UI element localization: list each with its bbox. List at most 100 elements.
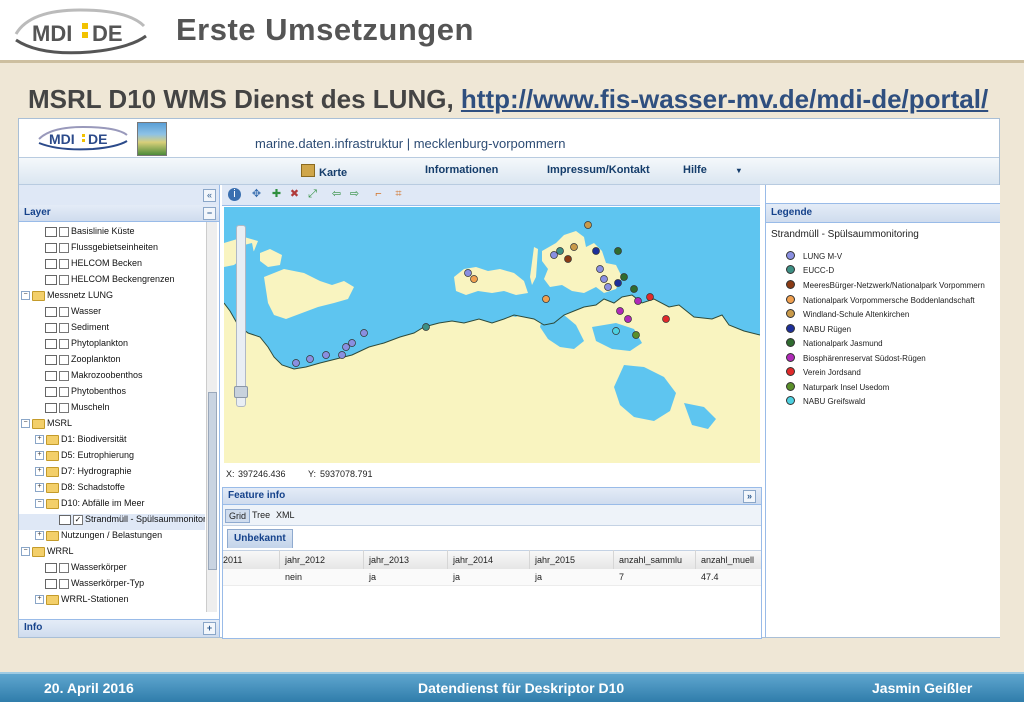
slide-title: Erste Umsetzungen	[176, 12, 474, 47]
tree-folder[interactable]: + D1: Biodiversität	[35, 434, 127, 450]
legend-swatch-icon	[59, 514, 71, 525]
menu-karte[interactable]: Karte	[301, 164, 347, 179]
collapse-icon[interactable]: −	[21, 419, 30, 429]
map-canvas[interactable]	[224, 207, 760, 463]
info-tool-icon[interactable]: i	[228, 188, 241, 201]
layer-title: Layer	[24, 207, 51, 218]
checkbox[interactable]	[59, 242, 69, 253]
collapse-feature-icon[interactable]: »	[743, 490, 756, 503]
tree-folder[interactable]: + WRRL-Stationen	[35, 594, 129, 610]
collapse-panel-icon[interactable]: «	[203, 189, 216, 202]
expand-info-icon[interactable]: +	[203, 622, 216, 635]
tree-row[interactable]: Muscheln	[45, 402, 110, 418]
tree-folder[interactable]: + Nutzungen / Belastungen	[35, 530, 162, 546]
info-title: Info	[24, 622, 43, 633]
zoom-slider-handle[interactable]	[234, 386, 248, 398]
zoom-extent-icon[interactable]: ⤢	[306, 188, 319, 201]
tree-row[interactable]: Wasserkörper	[45, 562, 127, 578]
expand-icon[interactable]: +	[35, 595, 44, 605]
checkbox[interactable]	[59, 402, 69, 413]
tree-row[interactable]: Sediment	[45, 322, 109, 338]
info-header[interactable]: Info +	[19, 619, 219, 637]
tab-unbekannt[interactable]: Unbekannt	[227, 529, 293, 548]
tree-folder[interactable]: + D7: Hydrographie	[35, 466, 132, 482]
tree-label: D8: Schadstoffe	[61, 482, 125, 492]
portal-link[interactable]: http://www.fis-wasser-mv.de/mdi-de/porta…	[461, 84, 988, 114]
previous-view-icon[interactable]: ⇦	[330, 188, 343, 201]
tree-row[interactable]: HELCOM Beckengrenzen	[45, 274, 175, 290]
scrollbar-thumb[interactable]	[208, 392, 217, 570]
tree-row[interactable]: Phytobenthos	[45, 386, 126, 402]
expand-icon[interactable]: +	[35, 531, 44, 541]
checkbox[interactable]	[59, 562, 69, 573]
checkbox[interactable]	[59, 274, 69, 285]
tree-row[interactable]: HELCOM Becken	[45, 258, 142, 274]
checkbox[interactable]	[59, 370, 69, 381]
legend-swatch-icon	[45, 242, 57, 253]
zoom-out-icon[interactable]: ✖	[288, 188, 301, 201]
collapse-icon[interactable]: −	[35, 499, 44, 509]
column-header[interactable]: jahr_2012	[285, 555, 325, 565]
tree-row[interactable]: Wasserkörper-Typ	[45, 578, 144, 594]
tree-folder[interactable]: + D8: Schadstoffe	[35, 482, 125, 498]
minimize-icon[interactable]: −	[203, 207, 216, 220]
checkbox[interactable]	[59, 354, 69, 365]
legend-label: NABU Greifswald	[803, 397, 866, 406]
tree-row[interactable]: Flussgebietseinheiten	[45, 242, 158, 258]
tree-row[interactable]: Makrozoobenthos	[45, 370, 143, 386]
column-header[interactable]: anzahl_muell	[701, 555, 754, 565]
checkbox-checked[interactable]: ✓	[73, 514, 83, 525]
checkbox[interactable]	[59, 258, 69, 269]
measure-line-icon[interactable]: ⌐	[372, 188, 385, 201]
checkbox[interactable]	[59, 306, 69, 317]
tree-row[interactable]: Phytoplankton	[45, 338, 128, 354]
expand-icon[interactable]: +	[35, 483, 44, 493]
expand-icon[interactable]: +	[35, 435, 44, 445]
legend-item: EUCC-D	[786, 265, 834, 279]
legend-swatch-icon	[45, 386, 57, 397]
legend-swatch-icon	[45, 306, 57, 317]
x-value: 397246.436	[238, 469, 286, 479]
column-header[interactable]: jahr_2014	[453, 555, 493, 565]
next-view-icon[interactable]: ⇨	[348, 188, 361, 201]
column-header[interactable]: jahr_2013	[369, 555, 409, 565]
checkbox[interactable]	[59, 226, 69, 237]
measure-area-icon[interactable]: ⌗	[392, 188, 405, 201]
expand-icon[interactable]: +	[35, 451, 44, 461]
tree-folder[interactable]: + D5: Eutrophierung	[35, 450, 134, 466]
x-label: X:	[226, 469, 235, 479]
column-header[interactable]: anzahl_sammlu	[619, 555, 682, 565]
collapse-icon[interactable]: −	[21, 291, 30, 301]
column-header[interactable]: jahr_2015	[535, 555, 575, 565]
zoom-slider[interactable]	[234, 225, 248, 407]
tree-row[interactable]: Basislinie Küste	[45, 226, 135, 242]
pan-icon[interactable]: ✥	[250, 188, 263, 201]
tree-folder[interactable]: − D10: Abfälle im Meer	[35, 498, 145, 514]
checkbox[interactable]	[59, 386, 69, 397]
tree-row-selected[interactable]: ✓ Strandmüll - Spülsaummonitor	[19, 514, 205, 530]
tree-scrollbar[interactable]	[206, 222, 217, 612]
portal-screenshot: MDI DE marine.daten.infrastruktur | meck…	[18, 118, 1000, 639]
zoom-in-icon[interactable]: ✚	[270, 188, 283, 201]
column-header[interactable]: 2011	[223, 555, 242, 565]
expand-icon[interactable]: +	[35, 467, 44, 477]
menu-impressum[interactable]: Impressum/Kontakt	[547, 164, 650, 176]
tab-xml[interactable]: XML	[273, 509, 298, 521]
menu-hilfe[interactable]: Hilfe ▾	[683, 164, 741, 176]
tab-tree[interactable]: Tree	[249, 509, 273, 521]
tree-folder[interactable]: − WRRL	[21, 546, 74, 562]
checkbox[interactable]	[59, 578, 69, 589]
collapse-icon[interactable]: −	[21, 547, 30, 557]
menu-informationen[interactable]: Informationen	[425, 164, 498, 176]
checkbox[interactable]	[59, 338, 69, 349]
tree-label: Flussgebietseinheiten	[71, 242, 159, 252]
tree-folder[interactable]: − Messnetz LUNG	[21, 290, 113, 306]
table-row[interactable]: nein ja ja ja 7 47.4	[223, 569, 761, 586]
tree-row[interactable]: Wasser	[45, 306, 101, 322]
legend-dot-icon	[786, 251, 795, 260]
folder-icon	[32, 290, 45, 301]
checkbox[interactable]	[59, 322, 69, 333]
tree-row[interactable]: Zooplankton	[45, 354, 121, 370]
tab-grid[interactable]: Grid	[225, 509, 251, 523]
tree-folder[interactable]: − MSRL	[21, 418, 72, 434]
